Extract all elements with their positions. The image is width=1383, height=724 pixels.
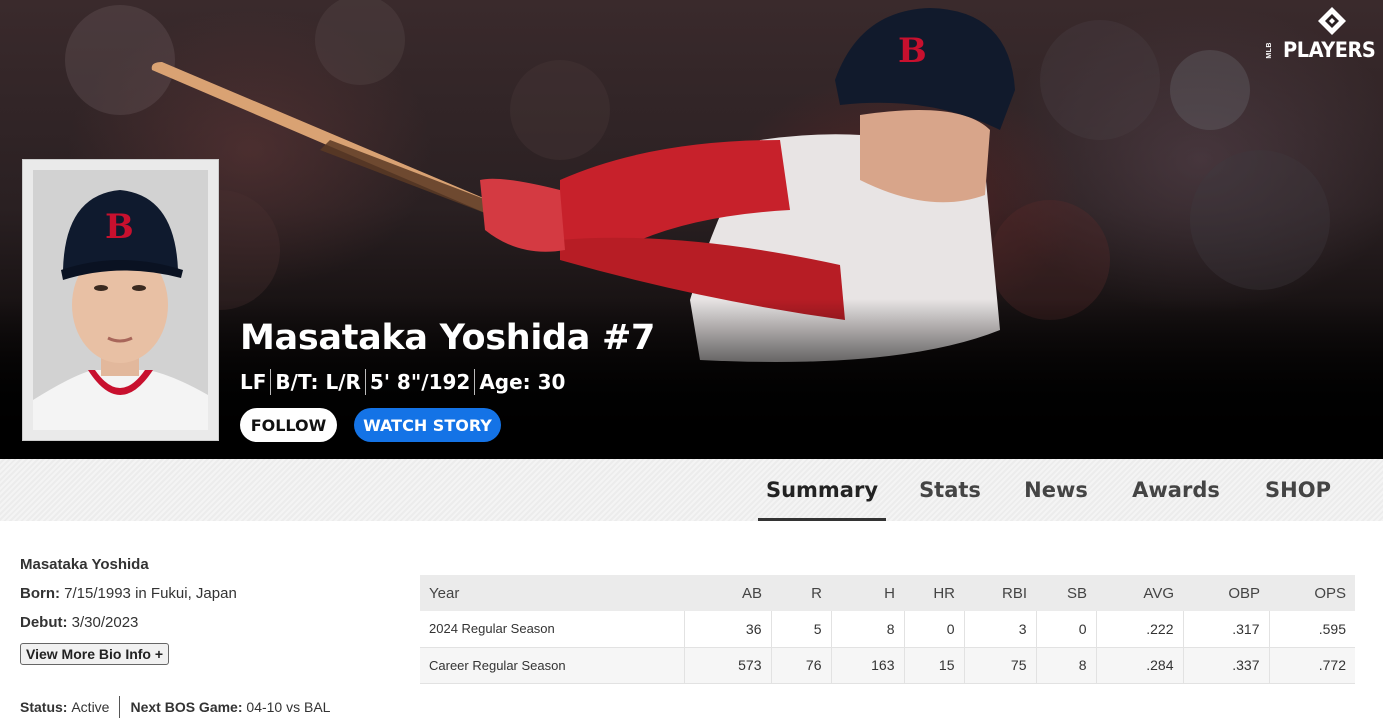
col-header-year: Year [420,575,684,611]
bio-full-name: Masataka Yoshida [20,556,149,573]
cap-letter: B [105,207,134,247]
col-header-ab: AB [684,575,771,611]
cell-ops: .772 [1268,647,1355,684]
cell-year: Career Regular Season [420,647,684,684]
player-headshot: B [33,170,208,430]
col-header-avg: AVG [1096,575,1183,611]
cell-ab: 573 [683,647,771,684]
bio-born-label: Born: [20,585,60,602]
cell-h: 8 [830,611,904,648]
bio-born-value: 7/15/1993 in Fukui, Japan [64,585,237,602]
col-header-sb: SB [1036,575,1096,611]
col-header-ops: OPS [1269,575,1355,611]
brand-prefix: MLB [1265,41,1273,59]
tab-summary[interactable]: Summary [758,459,886,521]
cell-hr: 0 [903,611,964,648]
diamond-logo-icon [1318,7,1346,35]
cell-year: 2024 Regular Season [420,611,684,648]
next-game-label: Next BOS Game: [130,699,243,715]
vital-position: LF [240,370,267,394]
cell-avg: .222 [1095,611,1183,648]
stats-summary-table: Year AB R H HR RBI SB AVG OBP OPS 2024 R… [420,575,1355,684]
player-bio: Masataka Yoshida Born: 7/15/1993 in Fuku… [20,556,380,634]
cell-avg: .284 [1095,647,1183,684]
cell-sb: 0 [1035,611,1096,648]
tab-awards[interactable]: Awards [1124,459,1228,521]
status-label: Status: [20,699,68,715]
cell-ops: .595 [1268,611,1355,648]
tab-stats[interactable]: Stats [908,459,992,521]
cell-hr: 15 [903,647,964,684]
table-row: 2024 Regular Season 36 5 8 0 3 0 .222 .3… [420,611,1355,648]
follow-button[interactable]: FOLLOW [240,408,337,442]
col-header-rbi: RBI [964,575,1036,611]
status-line: Status: Active Next BOS Game: 04-10 vs B… [20,696,330,718]
col-header-h: H [831,575,904,611]
status-value: Active [71,699,110,715]
watch-story-button[interactable]: WATCH STORY [354,408,501,442]
next-game-value: 04-10 vs BAL [246,699,331,715]
col-header-hr: HR [904,575,964,611]
cell-r: 5 [770,611,831,648]
brand-name: PLAYERS [1282,38,1376,62]
bio-debut-row: Debut: 3/30/2023 [20,614,380,634]
status-divider [119,696,121,718]
headshot-portrait-icon: B [33,170,208,430]
cell-h: 163 [830,647,904,684]
cell-obp: .337 [1182,647,1269,684]
vital-bats-throws: B/T: L/R [275,370,361,394]
bio-debut-value: 3/30/2023 [71,614,139,631]
player-hero-banner: B MLB PLAYERS B Masataka Yoshida #7 LF B… [0,0,1383,459]
cell-obp: .317 [1182,611,1269,648]
cell-ab: 36 [683,611,771,648]
tab-news[interactable]: News [1014,459,1098,521]
table-header-row: Year AB R H HR RBI SB AVG OBP OPS [420,575,1355,611]
player-vitals: LF B/T: L/R 5' 8"/192 Age: 30 [240,369,569,395]
table-row: Career Regular Season 573 76 163 15 75 8… [420,647,1355,684]
view-more-bio-button[interactable]: View More Bio Info + [20,643,170,665]
cell-rbi: 75 [963,647,1036,684]
bio-debut-label: Debut: [20,614,68,631]
vital-height-weight: 5' 8"/192 [369,370,471,394]
tab-shop[interactable]: SHOP [1254,459,1342,521]
vital-age: Age: 30 [479,370,566,394]
cell-sb: 8 [1035,647,1096,684]
player-name-title: Masataka Yoshida #7 [240,318,656,358]
col-header-r: R [771,575,831,611]
col-header-obp: OBP [1183,575,1269,611]
mlb-players-logo[interactable]: MLB PLAYERS [1263,4,1375,66]
player-tab-bar: Summary Stats News Awards SHOP [0,459,1383,521]
svg-text:B: B [898,31,927,71]
bio-born-row: Born: 7/15/1993 in Fukui, Japan [20,585,380,605]
cell-r: 76 [770,647,831,684]
cell-rbi: 3 [963,611,1036,648]
player-headshot-frame: B [22,159,219,441]
